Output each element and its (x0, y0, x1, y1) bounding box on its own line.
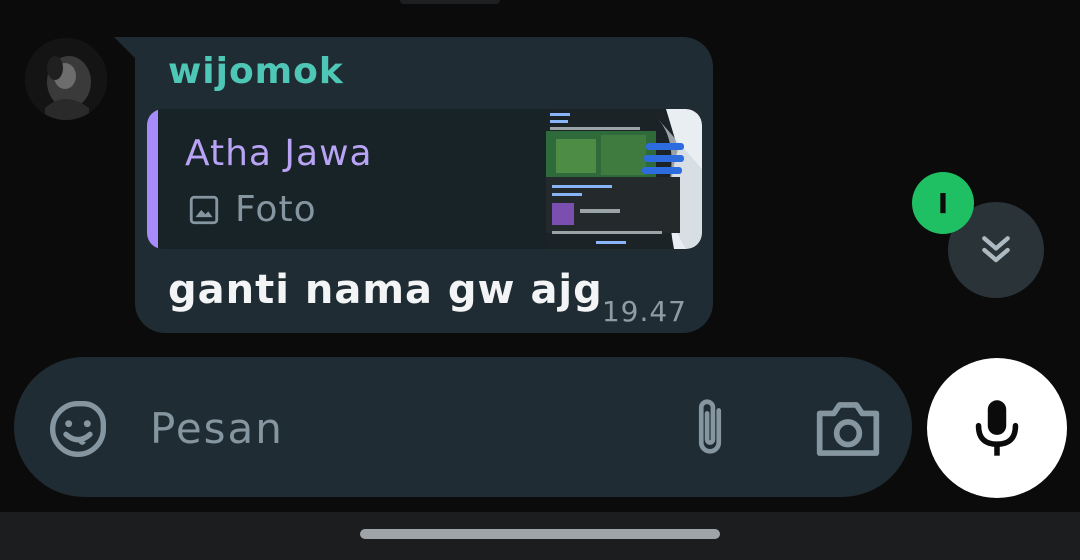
message-bubble[interactable]: wijomok Atha Jawa Foto ganti nama gw ajg… (135, 37, 713, 333)
avatar[interactable] (25, 38, 107, 120)
quoted-media-label: Foto (235, 189, 317, 230)
attach-button[interactable] (686, 393, 734, 463)
camera-icon (816, 402, 880, 456)
message-input[interactable] (148, 395, 652, 461)
sticker-smile-icon (50, 401, 106, 457)
quoted-sender-name: Atha Jawa (185, 133, 373, 174)
paperclip-icon (698, 399, 722, 454)
bubble-tail (114, 37, 136, 59)
quote-accent-bar (147, 109, 158, 249)
voice-record-button[interactable] (927, 358, 1067, 498)
microphone-icon (975, 400, 1019, 456)
home-gesture-handle[interactable] (360, 529, 720, 539)
quoted-media-type: Foto (187, 189, 317, 230)
emoji-sticker-button[interactable] (46, 397, 110, 461)
double-chevron-down-icon (982, 236, 1010, 263)
image-icon (189, 195, 219, 224)
message-time: 19.47 (601, 295, 687, 328)
camera-button[interactable] (814, 399, 882, 459)
unread-badge: I (912, 172, 974, 234)
status-notch (400, 0, 500, 4)
message-composer (14, 357, 912, 497)
sender-name[interactable]: wijomok (168, 51, 344, 92)
avatar-photo (25, 38, 107, 120)
message-text: ganti nama gw ajg (168, 267, 603, 313)
quoted-photo-thumbnail (546, 109, 702, 249)
reply-quote[interactable]: Atha Jawa Foto (147, 109, 702, 249)
